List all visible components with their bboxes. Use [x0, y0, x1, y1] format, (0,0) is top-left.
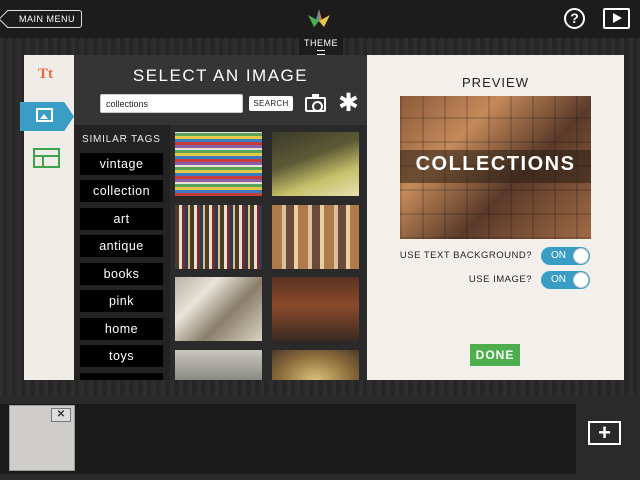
- toggle-knob: [573, 272, 589, 288]
- toggle-state: ON: [551, 250, 566, 261]
- toggle-knob: [573, 248, 589, 264]
- similar-tags-label: SIMILAR TAGS: [82, 134, 161, 145]
- tag-button[interactable]: art: [80, 208, 163, 230]
- use-image-toggle[interactable]: ON: [541, 271, 590, 289]
- tag-button[interactable]: home: [80, 318, 163, 340]
- tag-button[interactable]: antique: [80, 235, 163, 257]
- text-background-toggle[interactable]: ON: [541, 247, 590, 265]
- image-thumbnail[interactable]: [175, 350, 262, 380]
- image-thumbnail[interactable]: [272, 277, 359, 341]
- search-button[interactable]: SEARCH: [249, 96, 293, 111]
- image-thumbnail[interactable]: [272, 205, 359, 269]
- preview-title: PREVIEW: [462, 75, 529, 90]
- delete-page-icon[interactable]: ✕: [51, 408, 71, 422]
- done-button[interactable]: DONE: [470, 344, 520, 366]
- image-icon: [36, 108, 53, 122]
- camera-icon[interactable]: [305, 94, 326, 112]
- image-thumbnail[interactable]: [175, 132, 262, 196]
- layout-tool-icon[interactable]: [33, 148, 60, 168]
- app-logo-icon: [308, 9, 330, 27]
- image-thumbnail[interactable]: [175, 277, 262, 341]
- sparkle-icon[interactable]: ✱: [338, 91, 359, 116]
- preview-caption: COLLECTIONS: [415, 153, 576, 175]
- main-menu-button[interactable]: MAIN MENU: [7, 10, 82, 28]
- tag-button[interactable]: toys: [80, 345, 163, 367]
- tag-button[interactable]: [80, 373, 163, 380]
- image-tool-button[interactable]: [20, 102, 74, 131]
- tag-button[interactable]: books: [80, 263, 163, 285]
- add-page-button[interactable]: +: [588, 421, 621, 445]
- help-icon[interactable]: ?: [564, 8, 585, 29]
- tag-button[interactable]: pink: [80, 290, 163, 312]
- tag-button[interactable]: vintage: [80, 153, 163, 175]
- use-image-label: USE IMAGE?: [468, 274, 532, 285]
- search-input[interactable]: [100, 94, 243, 113]
- page-track: [0, 404, 576, 474]
- image-thumbnail[interactable]: [272, 132, 359, 196]
- image-thumbnail[interactable]: [175, 205, 262, 269]
- text-tool-icon[interactable]: Tt: [38, 66, 53, 83]
- theme-label: THEME: [304, 38, 338, 48]
- text-background-label: USE TEXT BACKGROUND?: [399, 250, 532, 261]
- play-preview-icon[interactable]: [603, 8, 630, 29]
- toggle-state: ON: [551, 274, 566, 285]
- image-thumbnail[interactable]: [272, 350, 359, 380]
- tag-button[interactable]: collection: [80, 180, 163, 202]
- panel-title: SELECT AN IMAGE: [132, 66, 309, 85]
